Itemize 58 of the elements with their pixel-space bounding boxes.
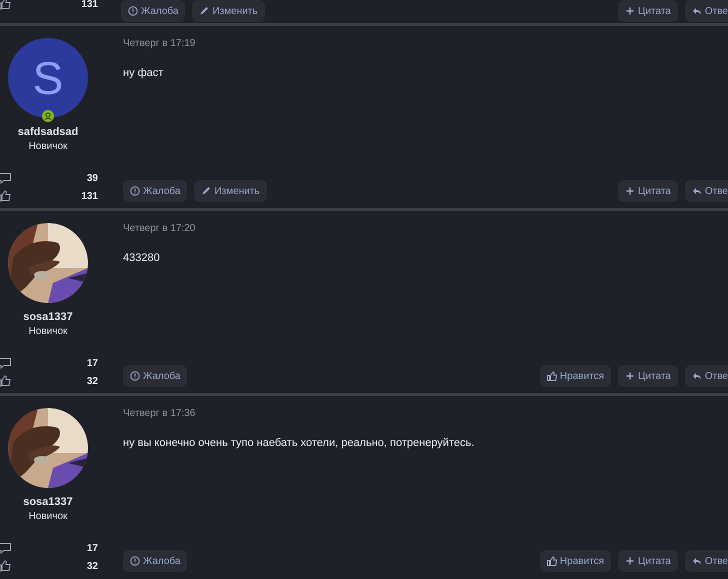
like-count: 131 [81,190,98,202]
action-button[interactable]: Отве [684,550,728,572]
action-button[interactable]: Жалоба [123,365,188,387]
username[interactable]: safdsadsad [18,126,78,138]
avatar[interactable]: S [8,38,88,118]
thumbs-up-icon [0,190,11,202]
username[interactable]: sosa1337 [23,496,73,508]
action-button[interactable]: Нравится [540,365,612,387]
message-count: 17 [86,542,98,554]
report-icon [130,556,140,566]
thumbs-up-icon [0,375,11,387]
action-button[interactable]: Отве [684,365,728,387]
reply-arrow-icon [692,186,702,196]
action-button[interactable]: Цитата [618,180,678,202]
username[interactable]: sosa1337 [23,311,73,323]
message-count: 17 [86,358,98,368]
reply-arrow-icon [692,556,702,566]
report-icon [128,6,138,16]
thumbs-up-icon [0,0,11,10]
action-button[interactable]: Изменить [192,0,265,22]
action-button[interactable]: Цитата [618,0,678,22]
user-rank: Новичок [28,511,68,522]
action-button[interactable]: Цитата [618,365,678,387]
post-text: 433280 [123,252,161,264]
plus-icon [625,186,636,196]
post-date[interactable]: Четверг в 17:36 [123,408,728,419]
action-button[interactable]: Цитата [618,550,678,572]
reply-arrow-icon [692,371,702,381]
action-button[interactable]: Жалоба [123,550,188,572]
user-rank: Новичок [28,141,68,152]
speech-bubble-icon [0,542,11,554]
report-icon [130,186,140,196]
post-date[interactable]: Четверг в 17:20 [123,223,728,234]
speech-bubble-icon [0,172,11,184]
thumbs-up-icon [546,556,557,566]
action-button[interactable]: Жалоба [123,180,188,202]
action-button[interactable]: Жалоба [121,0,186,22]
plus-icon [625,371,636,381]
like-count: 32 [86,560,98,572]
post-text: ну фаст [123,67,164,79]
reply-arrow-icon [692,6,702,16]
post-date[interactable]: Четверг в 17:19 [123,38,728,49]
action-button[interactable]: Изменить [194,180,267,202]
message-count: 39 [86,172,98,184]
thumbs-up-icon [546,371,557,381]
action-button[interactable]: Нравится [540,550,612,572]
report-icon [130,371,140,381]
plus-icon [625,556,636,566]
pencil-icon [199,6,210,16]
plus-icon [625,6,636,16]
action-button[interactable]: Отве [684,180,728,202]
speech-bubble-icon [0,357,11,369]
post-text: ну вы конечно очень тупо наебать хотели, реально, потренеруйтесь. [123,437,476,449]
action-button[interactable]: Отве [684,0,728,22]
like-count: 32 [86,376,98,386]
pencil-icon [201,186,212,196]
user-rank: Новичок [28,326,68,337]
thumbs-up-icon [0,560,11,572]
